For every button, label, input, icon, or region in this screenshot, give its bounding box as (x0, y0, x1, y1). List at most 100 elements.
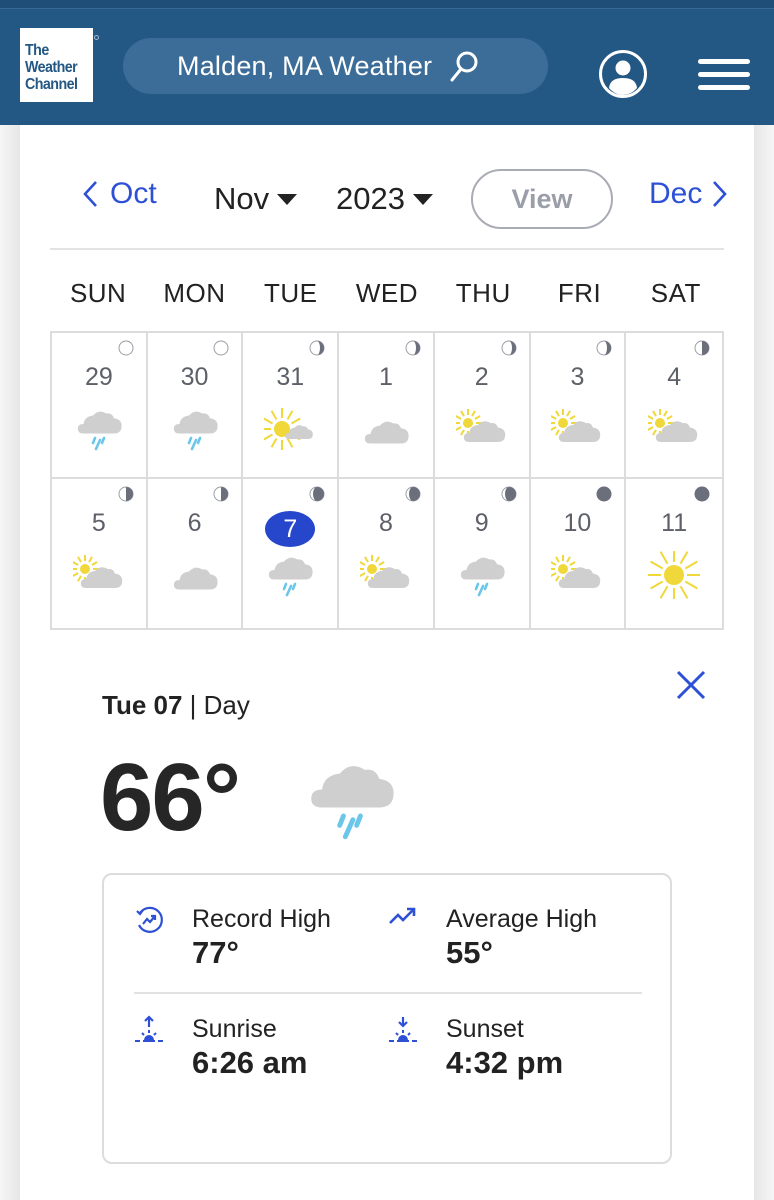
next-month-label: Dec (649, 177, 703, 210)
stat-label: Sunset (446, 1015, 524, 1043)
selected-date: Tue 07 (102, 690, 183, 720)
calendar-day-cell[interactable]: 3 (530, 333, 627, 479)
selected-day-heading: Tue 07 | Day (102, 690, 250, 721)
day-stats-card: Record High 77° Average High 55° Sunrise… (102, 873, 672, 1164)
day-number: 3 (570, 363, 585, 391)
partly-cloudy-icon (72, 555, 123, 588)
month-dropdown-value: Nov (214, 181, 270, 216)
stat-value: 4:32 pm (446, 1045, 564, 1080)
search-label: Malden, MA Weather (177, 50, 433, 81)
hamburger-menu-icon[interactable] (697, 56, 751, 92)
rain-icon (311, 766, 394, 840)
stat-value: 55° (446, 935, 493, 970)
partly-cloudy-icon (551, 555, 601, 588)
partly-cloudy-icon (551, 409, 601, 442)
stat-value: 6:26 am (192, 1045, 308, 1080)
day-number: 11 (661, 509, 688, 537)
location-search-button[interactable]: Malden, MA Weather (123, 38, 548, 94)
weekday-fri: FRI (557, 278, 602, 308)
moon-phase-waning-gibbous-icon (501, 340, 517, 356)
average-high-icon (389, 907, 416, 924)
stat-label: Average High (446, 905, 598, 933)
cloudy-icon (364, 421, 409, 444)
moon-phase-waning-gibbous-icon (405, 340, 421, 356)
moon-phase-waning-crescent-icon (501, 486, 517, 502)
moon-phase-waning-crescent-icon (309, 486, 325, 502)
divider (134, 992, 642, 994)
year-dropdown-value: 2023 (336, 181, 405, 216)
previous-month-label: Oct (110, 177, 157, 210)
year-dropdown[interactable]: 2023 (336, 181, 433, 217)
day-number: 29 (84, 363, 113, 391)
chevron-left-icon (83, 181, 97, 207)
stat-value: 77° (192, 935, 239, 970)
moon-phase-last-quarter-icon (213, 486, 229, 502)
weekday-wed: WED (355, 278, 419, 308)
partly-cloudy-icon (648, 409, 698, 442)
caret-down-icon (277, 193, 298, 205)
calendar-day-cell[interactable]: 10 (531, 479, 627, 630)
calendar-day-cell[interactable]: 7 (243, 479, 340, 630)
calendar-day-cell[interactable]: 30 (147, 333, 244, 479)
site-header: The Weather Channel Malden, MA Weather (0, 0, 774, 125)
calendar-day-cell[interactable]: 2 (434, 333, 531, 479)
logo-line-1: The (25, 42, 49, 59)
day-number: 9 (474, 509, 489, 537)
account-icon[interactable] (598, 49, 648, 99)
caret-down-icon (412, 193, 433, 205)
header-top-border (0, 8, 774, 9)
month-navigation: Oct Nov 2023 View Dec (20, 169, 754, 233)
rain-icon (173, 411, 218, 451)
moon-phase-waning-gibbous-icon (309, 340, 325, 356)
moon-phase-full-icon (213, 340, 229, 356)
moon-phase-waning-crescent-icon (405, 486, 421, 502)
month-dropdown[interactable]: Nov (214, 181, 298, 217)
selected-day-number: 7 (265, 511, 316, 547)
day-number: 10 (563, 509, 592, 537)
calendar-day-cell[interactable]: 8 (339, 479, 435, 630)
heading-separator: | (182, 690, 204, 720)
day-number: 8 (379, 509, 393, 537)
day-number: 31 (276, 363, 305, 391)
close-icon[interactable] (675, 669, 707, 701)
calendar-day-cell[interactable]: 6 (148, 479, 244, 630)
logo-line-3: Channel (25, 76, 78, 93)
calendar-day-cell[interactable]: 1 (339, 333, 435, 479)
calendar-day-cell[interactable]: 29 (52, 333, 148, 479)
rain-icon (269, 557, 313, 597)
stat-label: Record High (192, 905, 331, 933)
weekday-sat: SAT (650, 278, 701, 308)
day-number: 4 (667, 363, 682, 391)
moon-phase-last-quarter-icon (694, 340, 710, 356)
weekday-header: SUN MON TUE WED THU FRI SAT (50, 278, 724, 309)
moon-phase-waning-gibbous-icon (596, 340, 612, 356)
day-number: 2 (474, 363, 489, 391)
day-number: 30 (180, 363, 209, 391)
mostly-sunny-icon (264, 408, 314, 450)
day-temperature: 66° (100, 744, 241, 851)
weather-channel-logo[interactable]: The Weather Channel (20, 28, 93, 102)
chevron-right-icon (713, 181, 728, 207)
calendar-day-cell[interactable]: 4 (626, 333, 722, 479)
sunset-icon (389, 1017, 417, 1042)
moon-phase-last-quarter-icon (118, 486, 134, 502)
day-number: 1 (379, 363, 393, 391)
moon-phase-full-icon (118, 340, 134, 356)
weekday-thu: THU (455, 278, 511, 308)
view-button[interactable]: View (471, 169, 613, 229)
sunrise-icon (135, 1015, 163, 1042)
calendar-day-cell[interactable]: 5 (52, 479, 148, 630)
calendar-day-cell[interactable]: 31 (243, 333, 340, 479)
moon-phase-new-icon (694, 486, 710, 502)
rain-icon (460, 557, 505, 597)
previous-month-link[interactable]: Oct (82, 177, 157, 211)
partly-cloudy-icon (359, 555, 410, 588)
calendar-day-cell[interactable]: 11 (626, 479, 722, 630)
calendar-day-cell[interactable]: 9 (435, 479, 531, 630)
weekday-tue: TUE (263, 278, 318, 308)
calendar-grid: 29 30 31 1 2 3 4 5 6 7 8 9 10 11 (50, 331, 724, 630)
calendar-page: Oct Nov 2023 View Dec SUN MON TUE WED TH… (0, 125, 774, 1200)
moon-phase-new-icon (596, 486, 612, 502)
next-month-link[interactable]: Dec (649, 177, 728, 211)
day-number: 5 (91, 509, 106, 537)
